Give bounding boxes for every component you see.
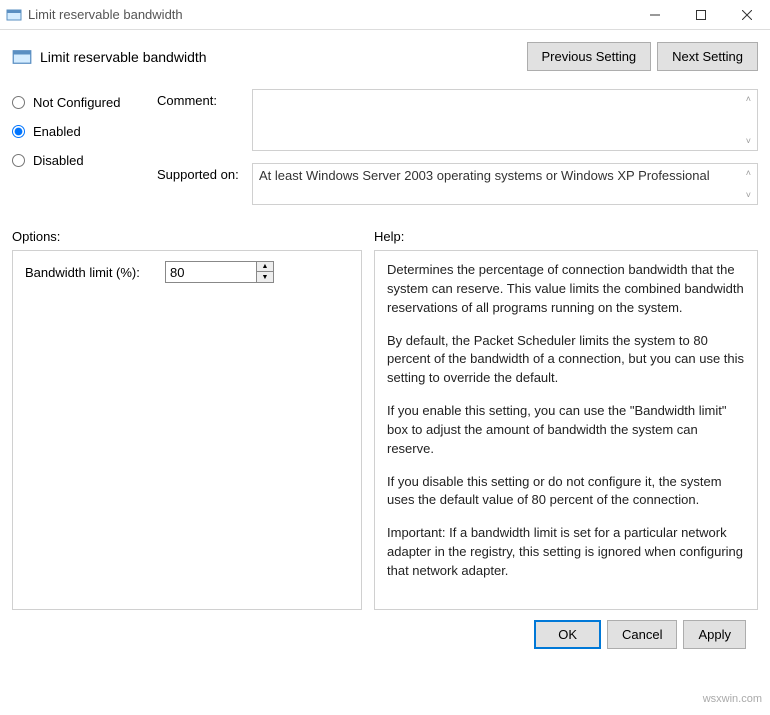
- radio-disabled[interactable]: Disabled: [12, 153, 157, 168]
- help-paragraph: By default, the Packet Scheduler limits …: [387, 332, 745, 389]
- radio-label: Disabled: [33, 153, 84, 168]
- supported-field: At least Windows Server 2003 operating s…: [252, 163, 758, 205]
- bandwidth-limit-stepper[interactable]: ▲ ▼: [165, 261, 274, 283]
- supported-text: At least Windows Server 2003 operating s…: [259, 168, 710, 183]
- apply-button[interactable]: Apply: [683, 620, 746, 649]
- radio-label: Enabled: [33, 124, 81, 139]
- supported-label: Supported on:: [157, 167, 252, 205]
- policy-icon: [12, 47, 32, 67]
- window-title: Limit reservable bandwidth: [28, 7, 632, 22]
- help-paragraph: Important: If a bandwidth limit is set f…: [387, 524, 745, 581]
- radio-not-configured[interactable]: Not Configured: [12, 95, 157, 110]
- radio-enabled[interactable]: Enabled: [12, 124, 157, 139]
- spin-down-icon[interactable]: ▼: [257, 272, 273, 282]
- bandwidth-limit-input[interactable]: [166, 262, 256, 282]
- maximize-button[interactable]: [678, 0, 724, 30]
- close-button[interactable]: [724, 0, 770, 30]
- titlebar: Limit reservable bandwidth: [0, 0, 770, 30]
- scroll-down-icon[interactable]: ˅: [746, 136, 751, 146]
- help-paragraph: If you enable this setting, you can use …: [387, 402, 745, 459]
- radio-input-not-configured[interactable]: [12, 96, 25, 109]
- policy-icon: [6, 7, 22, 23]
- options-panel: Bandwidth limit (%): ▲ ▼: [12, 250, 362, 610]
- comment-label: Comment:: [157, 93, 252, 151]
- cancel-button[interactable]: Cancel: [607, 620, 677, 649]
- previous-setting-button[interactable]: Previous Setting: [527, 42, 652, 71]
- radio-input-disabled[interactable]: [12, 154, 25, 167]
- page-title: Limit reservable bandwidth: [40, 49, 521, 65]
- help-paragraph: Determines the percentage of connection …: [387, 261, 745, 318]
- ok-button[interactable]: OK: [534, 620, 601, 649]
- help-label: Help:: [374, 229, 758, 244]
- radio-label: Not Configured: [33, 95, 120, 110]
- help-paragraph: If you disable this setting or do not co…: [387, 473, 745, 511]
- scroll-up-icon[interactable]: ˄: [746, 94, 751, 104]
- next-setting-button[interactable]: Next Setting: [657, 42, 758, 71]
- options-label: Options:: [12, 229, 362, 244]
- spin-up-icon[interactable]: ▲: [257, 262, 273, 272]
- scroll-up-icon[interactable]: ˄: [746, 168, 751, 178]
- bandwidth-limit-label: Bandwidth limit (%):: [25, 265, 165, 280]
- minimize-button[interactable]: [632, 0, 678, 30]
- radio-input-enabled[interactable]: [12, 125, 25, 138]
- comment-field[interactable]: ˄ ˅: [252, 89, 758, 151]
- scroll-down-icon[interactable]: ˅: [746, 190, 751, 200]
- help-panel: Determines the percentage of connection …: [374, 250, 758, 610]
- watermark: wsxwin.com: [703, 693, 762, 705]
